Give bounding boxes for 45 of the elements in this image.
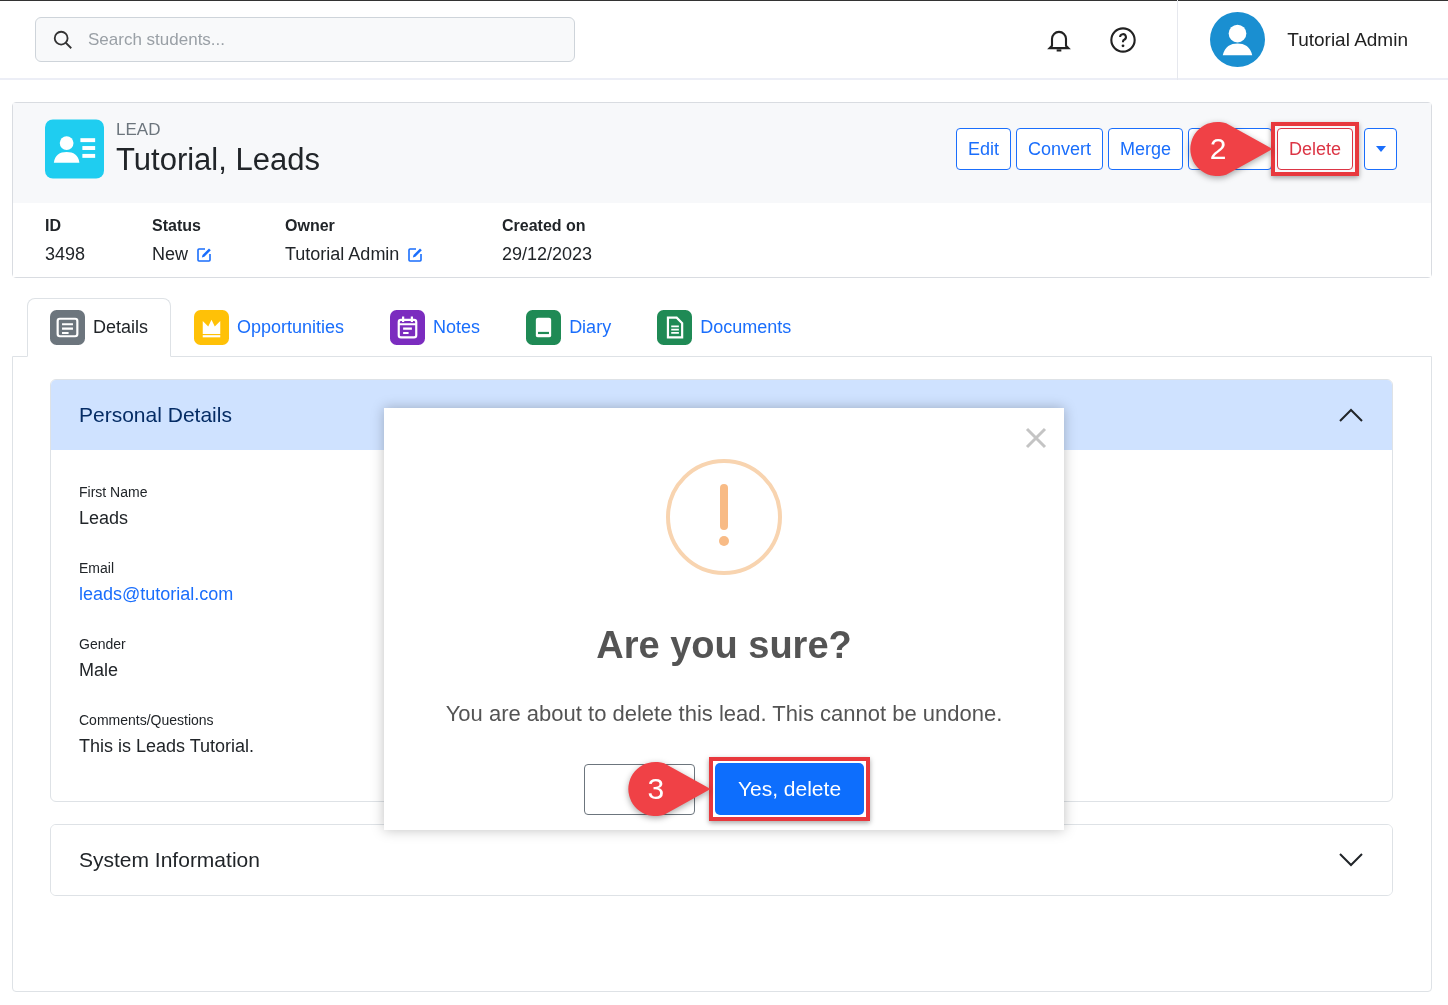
tab[interactable]: Documents (634, 298, 815, 357)
search-input[interactable]: Search students... (88, 18, 558, 61)
action-button[interactable]: Edit (955, 128, 1011, 170)
edit-icon[interactable] (196, 246, 212, 263)
tab[interactable]: Diary (503, 298, 635, 357)
section-header[interactable]: System Information (51, 825, 1392, 895)
caret-icon (1375, 146, 1386, 152)
tab[interactable]: Details (27, 298, 172, 357)
record-type: LEAD (116, 120, 162, 140)
dialog-title: Are you sure? (596, 624, 852, 667)
field-label: Email (79, 560, 114, 576)
dialog-message: You are about to delete this lead. This cannot be undone. (445, 701, 1003, 727)
avatar-icon[interactable] (1210, 12, 1266, 67)
chevron-up-icon (1338, 407, 1364, 423)
field-value: This is Leads Tutorial. (79, 736, 255, 757)
tab[interactable]: Notes (367, 298, 504, 357)
dropdown-button[interactable] (1364, 128, 1397, 170)
contact-card-icon (45, 119, 104, 179)
field-label: Status (152, 217, 202, 235)
field-label: Owner (285, 217, 336, 235)
search-icon (52, 28, 74, 51)
chevron-down-icon (1338, 852, 1364, 868)
email-link[interactable]: leads@tutorial.com (79, 584, 234, 605)
field-label: First Name (79, 484, 148, 500)
record-title: Tutorial, Leads (116, 142, 320, 178)
field-value: 3498 (45, 244, 86, 265)
field-value: Tutorial Admin (285, 244, 400, 265)
field-value: New (152, 244, 188, 265)
warning-icon (665, 458, 783, 576)
delete-button[interactable]: Delete (1276, 128, 1353, 170)
edit-icon[interactable] (407, 246, 424, 263)
field-label: ID (45, 217, 62, 235)
tab[interactable]: Opportunities (171, 298, 368, 357)
confirm-button[interactable]: Yes, delete (714, 763, 865, 815)
field-value: Male (79, 660, 118, 681)
field-value: 29/12/2023 (502, 244, 593, 265)
field-label: Created on (502, 217, 587, 235)
user-name: Tutorial Admin (1287, 28, 1408, 51)
help-icon[interactable] (1109, 25, 1138, 54)
action-button[interactable]: Merge (1107, 128, 1183, 170)
field-label: Gender (79, 636, 126, 652)
action-button[interactable]: Convert (1015, 128, 1103, 170)
search-field[interactable]: Search students... (35, 17, 575, 62)
field-value: Leads (79, 508, 129, 529)
field-label: Comments/Questions (79, 712, 214, 728)
